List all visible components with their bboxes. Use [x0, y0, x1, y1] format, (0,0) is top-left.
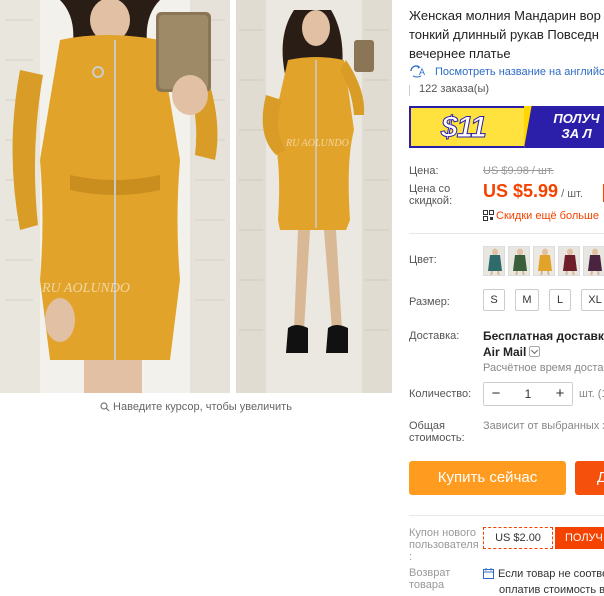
shipping-label: Доставка:	[409, 330, 460, 342]
new-user-coupon-label: Купон нового пользователя :	[409, 527, 479, 563]
color-swatch-yellow[interactable]	[533, 246, 555, 276]
title-line-1: Женская молния Мандарин вор	[409, 8, 601, 23]
discount-price-label: Цена со скидкой:	[409, 183, 452, 207]
product-gallery: RU AOLUNDO RU AOLUNDO	[0, 0, 392, 393]
returns-line-1: Если товар не соотве	[498, 568, 604, 580]
size-label: Размер:	[409, 296, 450, 308]
shipping-info: Бесплатная доставка в	[483, 329, 604, 343]
quantity-decrease-button[interactable]: −	[484, 383, 508, 405]
coupon-label-line-3: :	[409, 551, 413, 563]
coupon-value: US $2.00	[483, 527, 553, 549]
size-option-xl[interactable]: XL	[581, 289, 604, 311]
magnifier-icon	[100, 402, 110, 415]
divider	[409, 233, 604, 234]
returns-label-line-2: товара	[409, 579, 445, 591]
svg-text:A: A	[419, 67, 425, 77]
secondary-product-image[interactable]: RU AOLUNDO	[236, 0, 392, 393]
get-coupon-button[interactable]: ПОЛУЧ	[555, 527, 604, 549]
price-unit: / шт.	[558, 188, 583, 200]
quantity-available: шт. (1	[579, 388, 604, 400]
banner-line-2: ЗА Л	[561, 126, 592, 141]
secondary-photo-watermark: RU AOLUNDO	[285, 138, 349, 149]
shipping-method-select[interactable]: Air Mail	[483, 345, 541, 359]
promo-text: Скидки ещё больше	[496, 210, 599, 222]
title-line-2: тонкий длинный рукав Повседн	[409, 27, 599, 42]
size-option-s[interactable]: S	[483, 289, 505, 311]
old-price: US $9.98 / шт.	[483, 165, 554, 177]
returns-line-2: оплатив стоимость в	[499, 584, 604, 596]
quantity-stepper: − 1 +	[483, 382, 573, 406]
add-to-cart-button[interactable]: Д	[575, 461, 604, 495]
color-swatch-purple[interactable]	[583, 246, 604, 276]
color-swatch-burgundy[interactable]	[558, 246, 580, 276]
translate-icon: A	[409, 64, 429, 81]
product-title: Женская молния Мандарин вор тонкий длинн…	[409, 6, 604, 63]
total-label-line-2: стоимость:	[409, 432, 465, 444]
product-info: Женская молния Мандарин вор тонкий длинн…	[409, 0, 604, 596]
size-option-l[interactable]: L	[549, 289, 571, 311]
calendar-icon	[483, 568, 494, 583]
banner-amount: $11	[441, 111, 488, 145]
quantity-input[interactable]: 1	[508, 383, 548, 405]
translate-title-link[interactable]: A Посмотреть название на английс	[409, 64, 604, 81]
total-price-value: Зависит от выбранных х	[483, 420, 604, 432]
secondary-photo-illustration: RU AOLUNDO	[236, 0, 392, 393]
banner-line-1: ПОЛУЧ	[553, 111, 600, 126]
main-photo-watermark: RU AOLUNDO	[41, 281, 130, 296]
discount-label-line-2: скидкой:	[409, 195, 453, 207]
zoom-hint-text: Наведите курсор, чтобы увеличить	[113, 401, 292, 413]
translate-link-text: Посмотреть название на английс	[435, 66, 604, 78]
size-option-m[interactable]: M	[515, 289, 539, 311]
shipping-method-text: Air Mail	[483, 345, 527, 359]
total-price-label: Общая стоимость:	[409, 420, 465, 444]
color-swatch-teal[interactable]	[483, 246, 505, 276]
banner-amount-panel: $11	[409, 106, 524, 148]
quantity-label: Количество:	[409, 388, 472, 400]
banner-text-panel: ПОЛУЧ ЗА Л	[524, 106, 604, 148]
title-line-3: вечернее платье	[409, 46, 511, 61]
buy-now-button[interactable]: Купить сейчас	[409, 461, 566, 495]
price-label: Цена:	[409, 165, 439, 177]
qr-code-icon	[483, 210, 494, 224]
quantity-increase-button[interactable]: +	[548, 383, 572, 405]
divider	[409, 515, 604, 516]
returns-label-line-1: Возврат	[409, 567, 451, 579]
price-value: US $5.99	[483, 181, 559, 201]
returns-label: Возврат товара	[409, 567, 450, 591]
current-price: US $5.99 / шт.	[483, 181, 583, 202]
chevron-down-icon	[529, 346, 541, 357]
returns-info: Если товар не соотве оплатив стоимость в	[483, 567, 604, 596]
main-photo-illustration: RU AOLUNDO	[0, 0, 230, 393]
orders-count: 122 заказа(ы)	[409, 83, 490, 96]
zoom-hint: Наведите курсор, чтобы увеличить	[0, 401, 392, 415]
promo-banner[interactable]: $11 ПОЛУЧ ЗА Л	[409, 106, 604, 148]
total-label-line-1: Общая	[409, 420, 445, 432]
discount-label-line-1: Цена со	[409, 183, 451, 195]
coupon-label-line-2: пользователя	[409, 539, 479, 551]
color-label: Цвет:	[409, 254, 437, 266]
delivery-time: Расчётное время доставки	[483, 362, 604, 374]
color-swatch-green[interactable]	[508, 246, 530, 276]
main-product-image[interactable]: RU AOLUNDO	[0, 0, 230, 393]
coupon-label-line-1: Купон нового	[409, 527, 477, 539]
promo-link[interactable]: Скидки ещё больше	[483, 210, 599, 224]
